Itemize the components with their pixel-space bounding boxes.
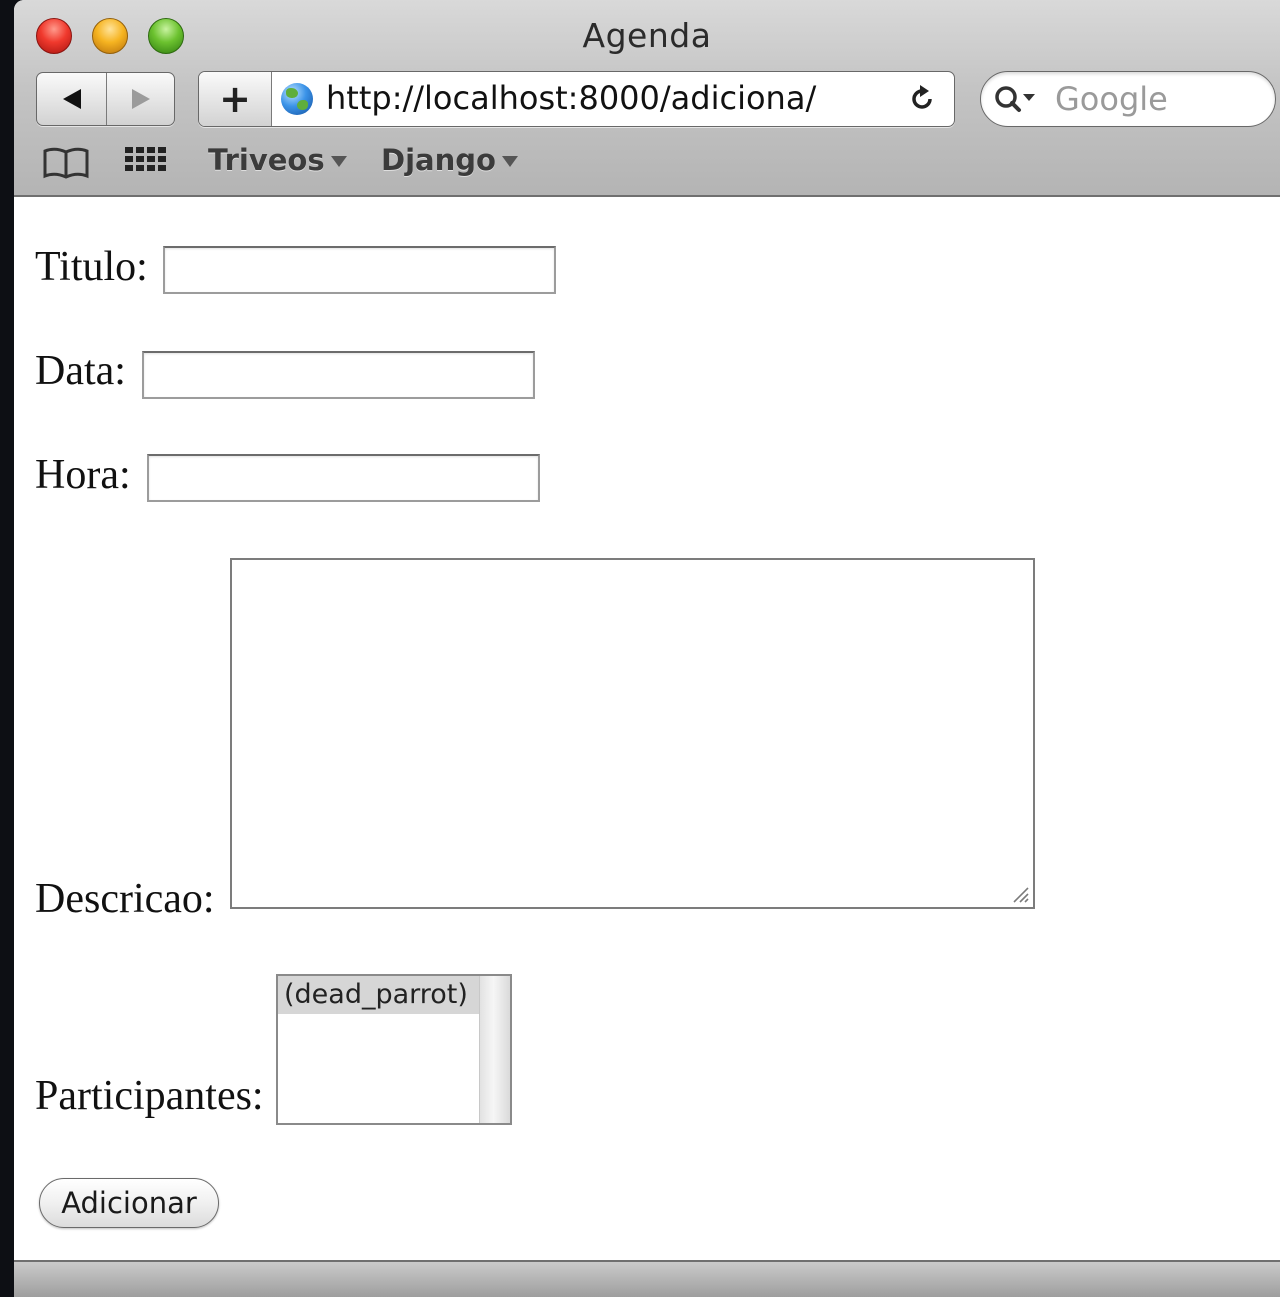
bookmark-folder-triveos[interactable]: Triveos bbox=[208, 143, 347, 177]
participantes-label: Participantes: bbox=[35, 1073, 264, 1119]
browser-toolbar: Agenda + http://localhost:8000/adiciona/ bbox=[14, 0, 1280, 197]
resize-grip-icon[interactable] bbox=[1009, 883, 1029, 903]
hora-input[interactable] bbox=[147, 454, 540, 502]
browser-window: Agenda + http://localhost:8000/adiciona/ bbox=[14, 0, 1280, 1297]
page-content: Titulo: Data: Hora: Descricao: Participa… bbox=[14, 197, 1280, 1260]
hora-label: Hora: bbox=[35, 452, 131, 498]
forward-button[interactable] bbox=[106, 73, 174, 125]
titulo-input[interactable] bbox=[163, 246, 556, 294]
globe-icon bbox=[281, 83, 313, 115]
chevron-down-icon bbox=[501, 156, 518, 167]
reload-icon bbox=[912, 85, 932, 109]
data-input[interactable] bbox=[142, 351, 535, 399]
search-field[interactable]: Google bbox=[980, 71, 1276, 127]
participantes-select[interactable]: (dead_parrot) bbox=[276, 974, 512, 1125]
reload-button[interactable] bbox=[906, 83, 938, 115]
bookmarks-book-icon[interactable] bbox=[42, 146, 90, 184]
search-placeholder: Google bbox=[1055, 80, 1168, 118]
back-button[interactable] bbox=[37, 73, 107, 125]
bookmark-folder-label: Django bbox=[381, 143, 496, 177]
add-bookmark-button[interactable]: + bbox=[199, 72, 272, 126]
back-arrow-icon bbox=[62, 89, 81, 109]
bookmark-folder-django[interactable]: Django bbox=[381, 143, 518, 177]
forward-arrow-icon bbox=[131, 89, 150, 109]
descricao-textarea[interactable] bbox=[230, 558, 1035, 909]
participante-option[interactable]: (dead_parrot) bbox=[278, 976, 481, 1014]
listbox-scrollbar[interactable] bbox=[479, 976, 510, 1123]
bookmark-folder-label: Triveos bbox=[208, 143, 325, 177]
status-bar bbox=[14, 1260, 1280, 1297]
descricao-label: Descricao: bbox=[35, 876, 215, 922]
url-text[interactable]: http://localhost:8000/adiciona/ bbox=[326, 79, 816, 117]
address-bar[interactable]: + http://localhost:8000/adiciona/ bbox=[198, 71, 955, 127]
titulo-label: Titulo: bbox=[35, 244, 148, 290]
navigation-buttons bbox=[36, 72, 175, 126]
top-sites-grid-icon[interactable] bbox=[124, 146, 168, 182]
window-title: Agenda bbox=[582, 16, 712, 55]
data-label: Data: bbox=[35, 348, 126, 394]
chevron-down-icon bbox=[330, 156, 347, 167]
adicionar-button[interactable]: Adicionar bbox=[39, 1178, 219, 1228]
search-icon bbox=[995, 86, 1035, 112]
